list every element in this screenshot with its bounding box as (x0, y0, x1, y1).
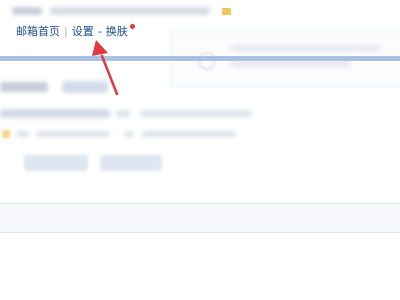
mailbox-home-link[interactable]: 邮箱首页 (16, 23, 60, 39)
mailbox-address-row (0, 106, 260, 122)
account-badge-icon (222, 8, 231, 15)
status-flags-row (0, 127, 260, 143)
red-dot-icon (129, 23, 135, 29)
folder-button-secondary[interactable] (100, 155, 162, 171)
settings-link[interactable]: 设置 (72, 23, 94, 39)
mail-page: 邮箱首页 | 设置 - 换肤 (0, 0, 400, 300)
lower-panel (0, 203, 400, 233)
flag-icon (2, 130, 10, 138)
nav-dash: - (97, 24, 102, 38)
top-nav: 邮箱首页 | 设置 - 换肤 (16, 23, 135, 39)
account-email-line (10, 5, 240, 19)
info-circle-icon (198, 52, 216, 70)
toolbar-accent-band (0, 56, 400, 61)
folder-button-primary[interactable] (24, 155, 88, 171)
nav-separator: | (64, 24, 68, 38)
mailbox-title-row (0, 78, 140, 98)
change-skin-link[interactable]: 换肤 (106, 23, 128, 39)
